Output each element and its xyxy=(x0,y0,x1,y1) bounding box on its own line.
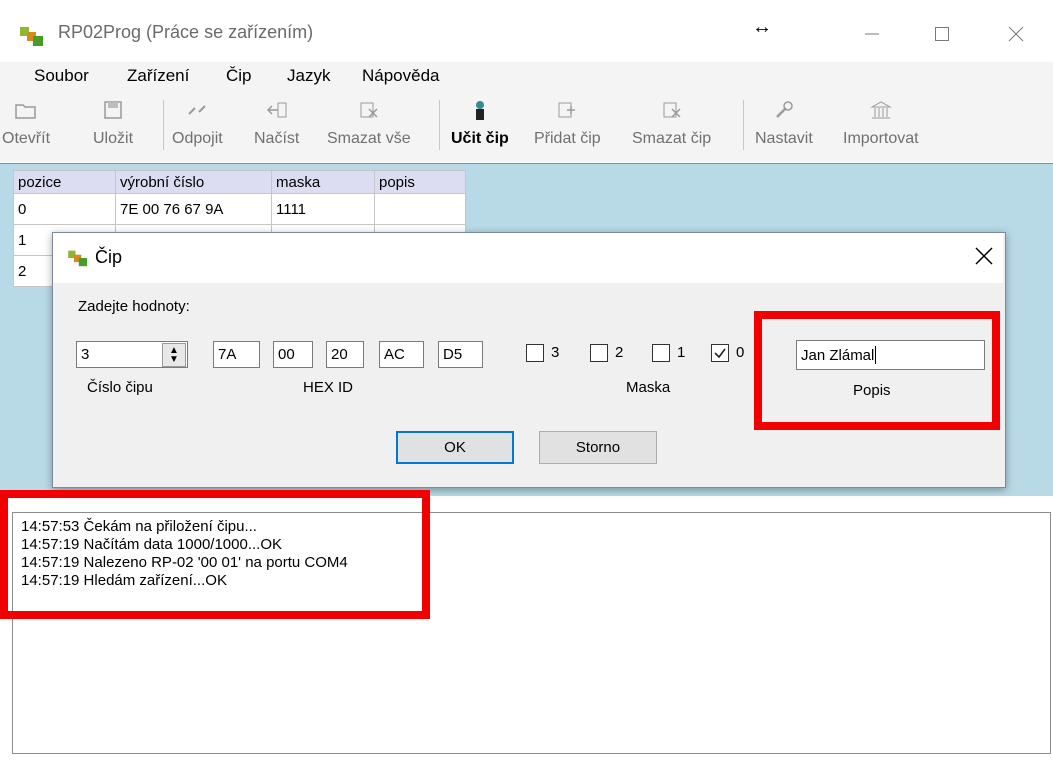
close-window-button[interactable] xyxy=(996,14,1036,54)
table-header-row: pozice výrobní číslo maska popis xyxy=(13,170,466,194)
menu-file[interactable]: Soubor xyxy=(34,66,89,86)
disconnect-button[interactable]: Odpojit xyxy=(172,98,223,156)
disconnect-icon xyxy=(184,98,210,122)
resize-icon: ↔ xyxy=(752,16,772,38)
toolbar-separator xyxy=(743,100,744,150)
window-title: RP02Prog (Práce se zařízením) xyxy=(58,22,314,42)
folder-icon xyxy=(13,98,39,122)
hex-byte-3-input[interactable]: 20 xyxy=(326,341,364,368)
highlight-box-log xyxy=(0,490,430,619)
chip-number-label: Číslo čipu xyxy=(87,379,153,396)
mask-bit-3-label: 3 xyxy=(551,344,560,361)
mask-bit-1-label: 1 xyxy=(677,344,686,361)
column-header[interactable]: maska xyxy=(271,170,375,194)
table-cell[interactable]: 1111 xyxy=(271,193,375,225)
chip-number-value: 3 xyxy=(81,346,90,363)
dialog-title: Čip xyxy=(95,247,123,267)
toolbar-separator xyxy=(439,100,440,150)
open-label: Otevřít xyxy=(2,130,51,147)
table-cell[interactable]: 0 xyxy=(13,193,116,225)
app-icon xyxy=(20,27,43,46)
hex-byte-2-input[interactable]: 00 xyxy=(273,341,313,368)
delete-all-button[interactable]: Smazat vše xyxy=(327,98,411,156)
minimize-button[interactable] xyxy=(852,14,892,54)
hex-byte-4-input[interactable]: AC xyxy=(379,341,424,368)
menu-help[interactable]: Nápověda xyxy=(362,66,440,86)
menu-device[interactable]: Zařízení xyxy=(127,66,189,86)
save-label: Uložit xyxy=(93,130,134,147)
delete-all-label: Smazat vše xyxy=(327,130,411,147)
add-chip-icon xyxy=(554,98,580,122)
cancel-button[interactable]: Storno xyxy=(539,431,657,464)
table-row[interactable]: 0 7E 00 76 67 9A 1111 xyxy=(13,193,466,225)
spinner-arrows[interactable]: ▲ ▼ xyxy=(162,343,186,367)
dialog-title-bar xyxy=(53,233,1003,283)
open-button[interactable]: Otevřít xyxy=(2,98,50,156)
mask-bit-2-label: 2 xyxy=(615,344,624,361)
close-icon xyxy=(975,247,993,265)
highlight-box-description xyxy=(754,311,1000,430)
delete-chip-label: Smazat čip xyxy=(632,130,712,147)
load-label: Načíst xyxy=(254,130,300,147)
load-button[interactable]: Načíst xyxy=(254,98,299,156)
app-icon xyxy=(68,250,87,267)
hex-byte-1-input[interactable]: 7A xyxy=(213,341,260,368)
delete-chip-icon xyxy=(356,98,382,122)
mask-label: Maska xyxy=(626,379,671,396)
close-icon xyxy=(1008,26,1024,42)
settings-button[interactable]: Nastavit xyxy=(755,98,813,156)
delete-chip-button[interactable]: Smazat čip xyxy=(632,98,711,156)
column-header[interactable]: popis xyxy=(374,170,466,194)
hex-id-label: HEX ID xyxy=(303,379,354,396)
save-button[interactable]: Uložit xyxy=(93,98,133,156)
maximize-icon xyxy=(935,27,949,41)
menu-language[interactable]: Jazyk xyxy=(287,66,330,86)
chevron-down-icon[interactable]: ▼ xyxy=(169,355,179,365)
menu-chip[interactable]: Čip xyxy=(226,66,252,86)
learn-chip-button[interactable]: Učit čip xyxy=(451,98,509,156)
ok-button[interactable]: OK xyxy=(396,431,514,464)
column-header[interactable]: výrobní číslo xyxy=(115,170,272,194)
hex-byte-5-input[interactable]: D5 xyxy=(438,341,483,368)
dialog-close-button[interactable] xyxy=(968,240,1000,272)
mask-bit-0-checkbox[interactable] xyxy=(711,344,729,362)
minimize-icon xyxy=(865,33,879,35)
table-cell[interactable] xyxy=(374,193,466,225)
floppy-icon xyxy=(100,98,126,122)
checkmark-icon xyxy=(714,348,726,359)
mask-bit-3-checkbox[interactable] xyxy=(526,344,544,362)
add-chip-button[interactable]: Přidat čip xyxy=(534,98,601,156)
table-cell[interactable]: 7E 00 76 67 9A xyxy=(115,193,272,225)
maximize-button[interactable] xyxy=(922,14,962,54)
building-icon xyxy=(868,98,894,122)
mask-bit-1-checkbox[interactable] xyxy=(652,344,670,362)
wrench-icon xyxy=(771,98,797,122)
settings-label: Nastavit xyxy=(755,130,813,147)
dialog-prompt: Zadejte hodnoty: xyxy=(78,298,190,315)
import-label: Importovat xyxy=(843,130,919,147)
delete-chip-icon xyxy=(659,98,685,122)
arrow-in-icon xyxy=(264,98,290,122)
import-button[interactable]: Importovat xyxy=(843,98,919,156)
disconnect-label: Odpojit xyxy=(172,130,223,147)
mask-bit-2-checkbox[interactable] xyxy=(590,344,608,362)
chip-key-icon xyxy=(467,98,493,122)
column-header[interactable]: pozice xyxy=(13,170,116,194)
toolbar-separator xyxy=(163,100,164,150)
add-chip-label: Přidat čip xyxy=(534,130,601,147)
learn-chip-label: Učit čip xyxy=(451,130,509,147)
mask-bit-0-label: 0 xyxy=(736,344,745,361)
